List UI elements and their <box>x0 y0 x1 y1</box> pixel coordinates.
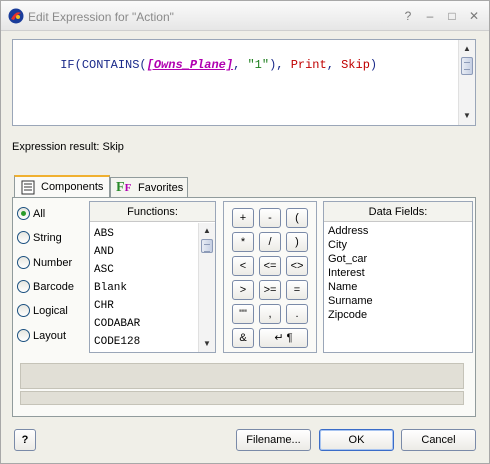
scroll-up-icon[interactable]: ▲ <box>199 224 215 238</box>
minimize-icon[interactable]: – <box>421 7 439 25</box>
operator-greater-equal-button[interactable]: >= <box>259 280 281 300</box>
operator-open-paren-button[interactable]: ( <box>286 208 308 228</box>
tab-favorites-label: Favorites <box>138 182 184 194</box>
ok-button[interactable]: OK <box>319 429 394 451</box>
scroll-down-icon[interactable]: ▼ <box>459 109 475 123</box>
data-field-item[interactable]: Name <box>328 281 357 293</box>
function-item[interactable]: ABS <box>94 228 114 240</box>
operator-less-button[interactable]: < <box>232 256 254 276</box>
cancel-button[interactable]: Cancel <box>401 429 476 451</box>
title-bar: Edit Expression for "Action" ? – □ ✕ <box>1 1 489 31</box>
operator-dot-button[interactable]: . <box>286 304 308 324</box>
category-label: All <box>33 208 46 220</box>
components-icon <box>21 180 35 195</box>
function-item[interactable]: CODE128 <box>94 336 140 348</box>
help-button[interactable]: ? <box>14 429 36 451</box>
newline-button[interactable]: ↵ ¶ <box>259 328 308 348</box>
function-item[interactable]: CHR <box>94 300 114 312</box>
operator-quotes-button[interactable]: "" <box>232 304 254 324</box>
close-icon[interactable]: ✕ <box>465 7 483 25</box>
expr-value-token: Print <box>290 58 327 72</box>
data-field-item[interactable]: Got_car <box>328 253 367 265</box>
expr-token: , <box>233 58 248 72</box>
operator-less-equal-button[interactable]: <= <box>259 256 281 276</box>
help-icon: ? <box>21 434 29 446</box>
operator-greater-button[interactable]: > <box>232 280 254 300</box>
description-area-secondary <box>20 391 464 405</box>
category-label: Logical <box>33 305 68 317</box>
operator-concat-button[interactable]: & <box>232 328 254 348</box>
category-label: Number <box>33 257 73 269</box>
operators-panel: + - ( * / ) < <= <> > >= = "" , . & ↵ ¶ <box>223 201 317 353</box>
scroll-thumb[interactable] <box>201 239 213 253</box>
expr-value-token: Skip <box>341 58 370 72</box>
description-area <box>20 363 464 389</box>
tab-components-label: Components <box>41 181 104 193</box>
edit-expression-dialog: Edit Expression for "Action" ? – □ ✕ IF(… <box>0 0 490 464</box>
operator-equal-button[interactable]: = <box>286 280 308 300</box>
operator-multiply-button[interactable]: * <box>232 232 254 252</box>
category-label: Layout <box>33 330 67 342</box>
favorites-icon: FF <box>116 180 132 195</box>
functions-header: Functions: <box>90 202 215 222</box>
data-field-item[interactable]: Zipcode <box>328 309 367 321</box>
operator-not-equal-button[interactable]: <> <box>286 256 308 276</box>
data-field-item[interactable]: City <box>328 239 347 251</box>
app-logo-icon <box>8 8 24 24</box>
radio-icon <box>17 329 30 342</box>
operator-plus-button[interactable]: + <box>232 208 254 228</box>
function-item[interactable]: CODABAR <box>94 318 140 330</box>
radio-selected-icon <box>17 207 30 220</box>
data-field-item[interactable]: Address <box>328 225 368 237</box>
function-item[interactable]: AND <box>94 246 114 258</box>
help-window-icon[interactable]: ? <box>399 7 417 25</box>
operator-divide-button[interactable]: / <box>259 232 281 252</box>
editor-scrollbar[interactable]: ▲ ▼ <box>458 40 475 125</box>
radio-icon <box>17 256 30 269</box>
operator-close-paren-button[interactable]: ) <box>286 232 308 252</box>
radio-icon <box>17 231 30 244</box>
expr-token: IF(CONTAINS( <box>60 58 147 72</box>
function-item[interactable]: Blank <box>94 282 127 294</box>
data-field-item[interactable]: Interest <box>328 267 365 279</box>
operator-comma-button[interactable]: , <box>259 304 281 324</box>
expr-token: , <box>326 58 342 72</box>
expr-token: ) <box>369 58 378 72</box>
category-label: Barcode <box>33 281 74 293</box>
function-item[interactable]: ASC <box>94 264 114 276</box>
functions-list[interactable]: Functions: ABS AND ASC Blank CHR CODABAR… <box>89 201 216 353</box>
operator-minus-button[interactable]: - <box>259 208 281 228</box>
scroll-down-icon[interactable]: ▼ <box>199 337 215 351</box>
tab-favorites[interactable]: FF Favorites <box>110 177 188 199</box>
maximize-icon[interactable]: □ <box>443 7 461 25</box>
expr-token: ), <box>269 58 291 72</box>
data-field-item[interactable]: Surname <box>328 295 373 307</box>
scroll-up-icon[interactable]: ▲ <box>459 42 475 56</box>
functions-scrollbar[interactable]: ▲ ▼ <box>198 223 215 352</box>
data-fields-header: Data Fields: <box>324 202 472 222</box>
window-title: Edit Expression for "Action" <box>28 10 174 24</box>
tab-components[interactable]: Components <box>14 175 110 198</box>
expression-result: Expression result: Skip <box>12 141 124 153</box>
scroll-thumb[interactable] <box>461 57 473 75</box>
expr-string-token: "1" <box>247 58 270 72</box>
expression-editor[interactable]: IF(CONTAINS([Owns_Plane], "1"), Print, S… <box>12 39 476 126</box>
radio-icon <box>17 280 30 293</box>
filename-button[interactable]: Filename... <box>236 429 311 451</box>
radio-icon <box>17 304 30 317</box>
expression-text[interactable]: IF(CONTAINS([Owns_Plane], "1"), Print, S… <box>17 44 377 86</box>
data-fields-list[interactable]: Data Fields: Address City Got_car Intere… <box>323 201 473 353</box>
expr-field-token: [Owns_Plane] <box>146 58 234 72</box>
category-label: String <box>33 232 62 244</box>
